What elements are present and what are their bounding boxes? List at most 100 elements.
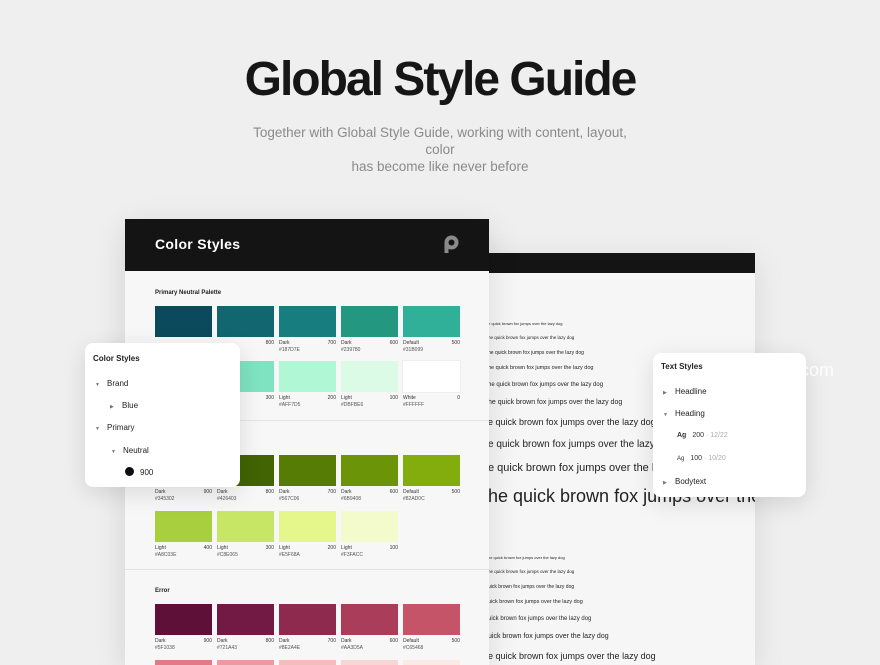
tree-item-bodytext[interactable]: ▶ Bodytext <box>663 477 706 486</box>
tree-item-heading[interactable]: ▼ Heading <box>663 409 705 418</box>
swatch-value: 200 <box>327 545 336 551</box>
color-swatch[interactable]: Dark 600 #239780 <box>341 306 398 354</box>
color-swatch[interactable]: Light 100 #F3FACC <box>341 511 398 559</box>
swatch-value: 700 <box>327 638 336 644</box>
swatch-color-box <box>403 604 460 635</box>
swatch-color-box <box>341 306 398 337</box>
swatch-meta: Default 500 #31B099 <box>403 340 460 354</box>
swatch-value: 100 <box>389 545 398 551</box>
color-swatch[interactable]: Dark 700 #567C06 <box>279 455 336 503</box>
tree-item-primary[interactable]: ▼ Primary <box>95 423 135 432</box>
swatch-value: 300 <box>265 545 274 551</box>
color-swatch[interactable]: White 0 #FFFFFF <box>402 360 461 409</box>
color-swatch[interactable]: Dark 700 #8E2A4E <box>279 604 336 652</box>
color-swatch[interactable] <box>217 660 274 665</box>
text-style-weight: 100 <box>690 455 703 462</box>
swatch-meta: Light 100 #DBFBE6 <box>341 395 398 409</box>
color-swatch[interactable]: Dark 600 #AA3D5A <box>341 604 398 652</box>
tree-item-900[interactable]: 900 <box>125 467 153 477</box>
swatch-color-box <box>279 511 336 542</box>
swatch-hex: #426403 <box>217 496 237 502</box>
tree-item-brand[interactable]: ▼ Brand <box>95 379 128 388</box>
type-specimen-line: uick brown fox jumps over the lazy dog <box>488 583 575 590</box>
swatch-color-box <box>341 511 398 542</box>
swatch-color-box <box>341 660 398 665</box>
swatch-name: Light <box>279 545 290 551</box>
type-specimen-line: uick brown fox jumps over the lazy dog <box>488 632 609 640</box>
swatch-name: Dark <box>217 489 228 495</box>
text-style-200[interactable]: Ag 200 · 12/22 <box>677 432 728 439</box>
type-glyph-icon: Ag <box>677 432 687 439</box>
text-styles-panel: Text Styles ▶ Headline ▼ Heading Ag 200 · 1… <box>653 353 806 497</box>
swatch-value: 600 <box>389 340 398 346</box>
tree-item-label: Bodytext <box>675 477 707 486</box>
type-specimen-line: he quick brown fox jumps over the lazy d… <box>488 365 594 372</box>
color-swatch[interactable]: Default 500 #C65468 <box>403 604 460 652</box>
color-swatch[interactable] <box>403 660 460 665</box>
color-swatch[interactable]: Dark 800 #721A43 <box>217 604 274 652</box>
tree-item-label: Primary <box>107 423 135 432</box>
color-styles-panel: Color Styles ▼ Brand ▶ Blue ▼ Primary ▼ Neut… <box>85 343 240 487</box>
color-swatch[interactable]: Default 500 #31B099 <box>403 306 460 354</box>
text-style-100[interactable]: Ag 100 · 10/20 <box>677 455 726 462</box>
type-glyph-icon: Ag <box>677 456 685 462</box>
type-specimen-line: he quick brown fox jumps over the lazy d… <box>488 569 575 574</box>
color-swatch[interactable]: Dark 900 #5F1038 <box>155 604 212 652</box>
swatch-value: 100 <box>389 395 398 401</box>
swatch-meta: Dark 600 #239780 <box>341 340 398 354</box>
swatch-value: 500 <box>451 340 460 346</box>
color-styles-title: Color Styles <box>155 236 241 252</box>
swatch-hex: #AFF7D5 <box>279 402 301 408</box>
color-swatch[interactable]: Light 100 #DBFBE6 <box>341 361 398 409</box>
type-specimen-line: uick brown fox jumps over the lazy dog <box>488 599 583 606</box>
color-swatch[interactable]: Light 200 #E5F68A <box>279 511 336 559</box>
tree-item-label: 900 <box>140 468 154 477</box>
swatch-name: Light <box>341 545 352 551</box>
swatch-color-box <box>341 604 398 635</box>
swatch-hex: #721A43 <box>217 645 238 651</box>
swatch-color-box <box>341 361 398 392</box>
watermark: t.com <box>790 360 835 380</box>
p-logo-icon <box>444 235 459 253</box>
swatch-color-box <box>217 604 274 635</box>
swatch-name: Dark <box>341 340 352 346</box>
section-divider <box>125 569 489 570</box>
swatch-color-box <box>217 511 274 542</box>
swatch-value: 700 <box>327 340 336 346</box>
color-swatch[interactable] <box>341 660 398 665</box>
swatch-meta: Dark 700 #567C06 <box>279 489 336 503</box>
swatch-hex: #C8E065 <box>217 552 238 558</box>
tree-item-neutral[interactable]: ▼ Neutral <box>111 446 149 455</box>
hero-title: Global Style Guide <box>244 53 638 106</box>
swatch-name: Dark <box>341 489 352 495</box>
swatch-meta: Light 100 #F3FACC <box>341 545 398 559</box>
color-swatch[interactable]: Default 500 #82AD0C <box>403 455 460 503</box>
color-swatch[interactable]: Light 400 #A8C03E <box>155 511 212 559</box>
color-swatch[interactable]: Light 200 #AFF7D5 <box>279 361 336 409</box>
color-swatch[interactable] <box>279 660 336 665</box>
tree-item-blue[interactable]: ▶ Blue <box>110 401 138 410</box>
color-swatch[interactable]: Light 300 #C8E065 <box>217 511 274 559</box>
swatch-color-box <box>155 511 212 542</box>
swatch-value: 700 <box>327 489 336 495</box>
text-style-metrics: 12/22 <box>710 432 728 439</box>
swatch-color-box <box>279 660 336 665</box>
swatch-meta: Dark 900 #5F1038 <box>155 638 212 652</box>
color-swatch[interactable]: Dark 600 #6B9408 <box>341 455 398 503</box>
swatch-name: White <box>403 395 416 401</box>
tree-item-label: Headline <box>675 387 707 396</box>
swatch-hex: #567C06 <box>279 496 300 502</box>
swatch-value: 300 <box>265 395 274 401</box>
type-specimen-line: he quick brown fox jumps over the lazy d… <box>488 349 584 356</box>
swatch-meta: Dark 600 #6B9408 <box>341 489 398 503</box>
swatch-color-box <box>155 660 212 665</box>
swatch-value: 900 <box>203 489 212 495</box>
tree-item-headline[interactable]: ▶ Headline <box>663 387 707 396</box>
swatch-value: 800 <box>265 340 274 346</box>
color-swatch[interactable]: Dark 700 #187D7E <box>279 306 336 354</box>
swatch-name: Default <box>403 489 419 495</box>
swatch-color-box <box>279 306 336 337</box>
type-specimen-line: e quick brown fox jumps over the lazy do… <box>488 321 563 326</box>
color-swatch[interactable] <box>155 660 212 665</box>
swatch-meta: Dark 600 #AA3D5A <box>341 638 398 652</box>
